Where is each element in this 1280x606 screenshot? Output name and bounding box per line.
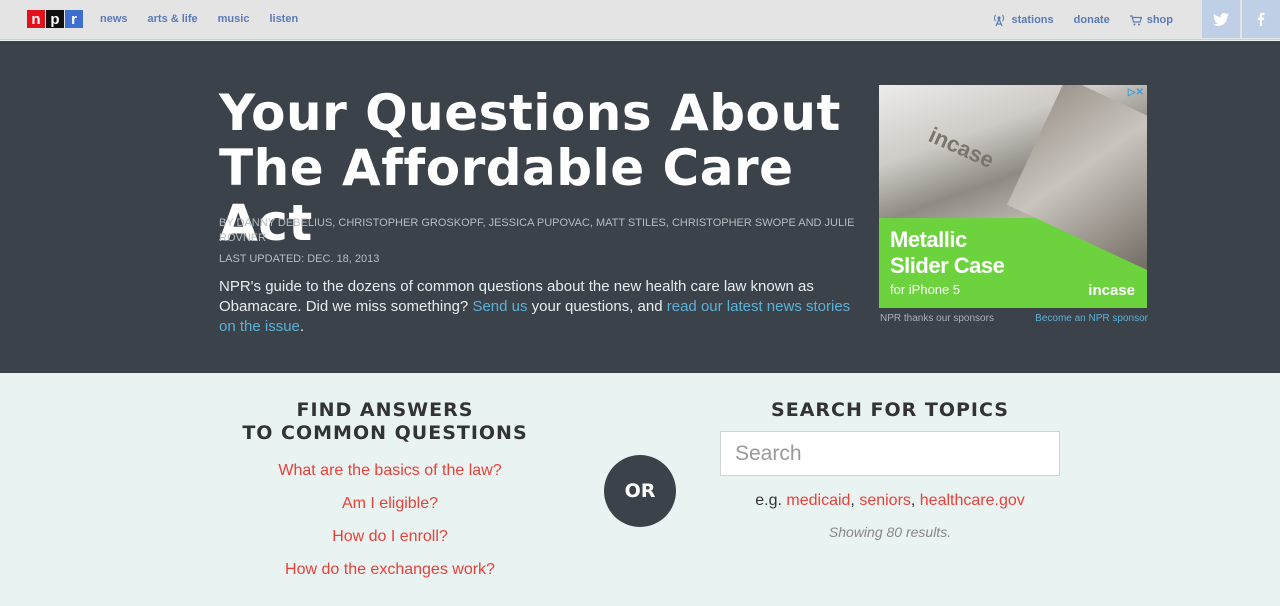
- ad-engraved-brand: incase: [925, 122, 998, 173]
- intro-text: NPR's guide to the dozens of common ques…: [219, 277, 859, 337]
- primary-nav: news arts & life music listen: [100, 13, 298, 25]
- adchoices-icon[interactable]: ▷✕: [1128, 87, 1144, 98]
- results-count: Showing 80 results.: [828, 524, 952, 540]
- shop-link[interactable]: shop: [1129, 14, 1173, 26]
- lower-section: FIND ANSWERS TO COMMON QUESTIONS What ar…: [0, 373, 1280, 606]
- nav-music[interactable]: music: [218, 13, 250, 25]
- search-examples: e.g. medicaid, seniors, healthcare.gov: [755, 492, 1025, 509]
- find-title-line-1: FIND ANSWERS: [296, 399, 474, 421]
- sponsor-thanks: NPR thanks our sponsors: [880, 313, 994, 324]
- stations-link[interactable]: stations: [992, 13, 1054, 27]
- stations-label: stations: [1011, 14, 1054, 26]
- hero-section: Your Questions About The Affordable Care…: [0, 41, 1280, 373]
- question-list: What are the basics of the law? Am I eli…: [230, 454, 550, 586]
- last-updated: Last updated: Dec. 18, 2013: [219, 253, 380, 265]
- find-answers-heading: FIND ANSWERS TO COMMON QUESTIONS: [230, 399, 540, 445]
- search-topics-heading: SEARCH FOR TOPICS: [771, 399, 1009, 421]
- sponsor-ad[interactable]: incase ▷✕ Metallic Slider Case for iPhon…: [879, 85, 1147, 308]
- ad-product-image: incase: [879, 85, 1147, 273]
- logo-letter-p: p: [46, 10, 64, 28]
- question-link-eligible[interactable]: Am I eligible?: [230, 487, 550, 520]
- example-seniors[interactable]: seniors: [859, 492, 911, 509]
- ad-case-edge: [1006, 85, 1147, 273]
- or-badge: OR: [604, 455, 676, 527]
- byline: By Danny Debelius, Christopher Groskopf,…: [219, 217, 855, 244]
- example-healthcare-gov[interactable]: healthcare.gov: [920, 492, 1025, 509]
- ad-headline-line-2: Slider Case: [890, 253, 1005, 278]
- logo-letter-n: n: [27, 10, 45, 28]
- nav-arts-life[interactable]: arts & life: [148, 13, 198, 25]
- twitter-icon: [1213, 12, 1229, 26]
- ad-headline: Metallic Slider Case: [890, 227, 1005, 279]
- facebook-button[interactable]: [1242, 0, 1280, 38]
- find-title-line-2: TO COMMON QUESTIONS: [242, 422, 528, 444]
- nav-listen[interactable]: listen: [269, 13, 298, 25]
- ad-logo: incase: [1088, 282, 1135, 299]
- ad-subheadline: for iPhone 5: [890, 282, 961, 297]
- secondary-nav: stations donate shop: [992, 13, 1173, 27]
- title-line-1: Your Questions About: [219, 84, 841, 142]
- question-link-exchanges[interactable]: How do the exchanges work?: [230, 553, 550, 586]
- examples-prefix: e.g.: [755, 492, 787, 509]
- top-nav: n p r news arts & life music listen stat…: [0, 0, 1280, 40]
- example-medicaid[interactable]: medicaid: [786, 492, 850, 509]
- intro-middle: your questions, and: [527, 298, 667, 315]
- npr-logo[interactable]: n p r: [27, 10, 84, 28]
- intro-suffix: .: [299, 318, 305, 335]
- question-link-enroll[interactable]: How do I enroll?: [230, 520, 550, 553]
- donate-link[interactable]: donate: [1074, 14, 1110, 26]
- ad-footer: NPR thanks our sponsors Become an NPR sp…: [880, 313, 1148, 324]
- ad-headline-line-1: Metallic: [890, 227, 967, 252]
- search-input[interactable]: [720, 431, 1060, 476]
- send-us-link[interactable]: Send us: [472, 298, 527, 315]
- become-sponsor-link[interactable]: Become an NPR sponsor: [1035, 313, 1148, 324]
- facebook-icon: [1257, 12, 1265, 26]
- twitter-button[interactable]: [1202, 0, 1240, 38]
- nav-news[interactable]: news: [100, 13, 128, 25]
- question-link-basics[interactable]: What are the basics of the law?: [230, 454, 550, 487]
- antenna-icon: [994, 14, 1005, 27]
- cart-icon: [1129, 14, 1142, 25]
- shop-label: shop: [1146, 14, 1173, 26]
- logo-letter-r: r: [65, 10, 83, 28]
